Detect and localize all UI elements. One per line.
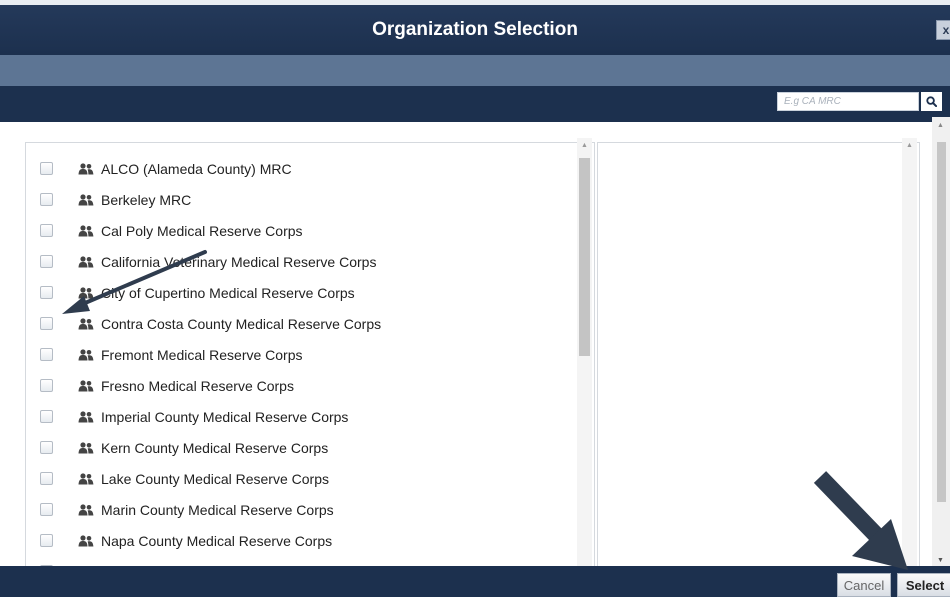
organization-list-item[interactable]: California Veterinary Medical Reserve Co… <box>26 246 576 277</box>
dialog-title: Organization Selection <box>372 19 578 40</box>
organization-label: Fremont Medical Reserve Corps <box>101 346 303 363</box>
organization-list-item[interactable]: Contra Costa County Medical Reserve Corp… <box>26 308 576 339</box>
dialog-subheader <box>0 55 950 86</box>
organization-label: Lake County Medical Reserve Corps <box>101 470 329 487</box>
organization-label: Contra Costa County Medical Reserve Corp… <box>101 315 382 332</box>
search-bar <box>0 86 950 122</box>
organization-label: ALCO (Alameda County) MRC <box>101 160 292 177</box>
organization-list-item[interactable]: Cal Poly Medical Reserve Corps <box>26 215 576 246</box>
organization-list-item[interactable]: Berkeley MRC <box>26 184 576 215</box>
search-button[interactable] <box>921 92 942 111</box>
group-icon <box>78 472 94 490</box>
cancel-button[interactable]: Cancel <box>837 573 891 597</box>
organization-label: Cal Poly Medical Reserve Corps <box>101 222 303 239</box>
organization-list-item[interactable]: Fresno Medical Reserve Corps <box>26 370 576 401</box>
scrollbar-track <box>902 138 917 567</box>
organization-list-item[interactable]: Marin County Medical Reserve Corps <box>26 494 576 525</box>
organization-list-item[interactable]: ALCO (Alameda County) MRC <box>26 153 576 184</box>
group-icon <box>78 348 94 366</box>
group-icon <box>78 255 94 273</box>
scroll-down-icon[interactable]: ▼ <box>937 557 944 564</box>
scrollbar-thumb[interactable] <box>937 142 946 502</box>
organization-checkbox[interactable] <box>40 441 53 454</box>
organization-label: Napa County Medical Reserve Corps <box>101 532 333 549</box>
organization-label: Berkeley MRC <box>101 191 192 208</box>
group-icon <box>78 317 94 335</box>
organization-list-item[interactable]: Lake County Medical Reserve Corps <box>26 463 576 494</box>
group-icon <box>78 534 94 552</box>
organization-label: Kern County Medical Reserve Corps <box>101 439 329 456</box>
organization-list-scrollbar[interactable]: ▲ <box>577 138 592 567</box>
dialog-titlebar: Organization Selection x <box>0 5 950 55</box>
organization-list-item[interactable]: Kern County Medical Reserve Corps <box>26 432 576 463</box>
group-icon <box>78 193 94 211</box>
organization-checkbox[interactable] <box>40 317 53 330</box>
organization-label: Fresno Medical Reserve Corps <box>101 377 294 394</box>
organization-list-item[interactable]: Fremont Medical Reserve Corps <box>26 339 576 370</box>
organization-label: Marin County Medical Reserve Corps <box>101 501 334 518</box>
organization-selection-dialog: Organization Selection x ALCO (Alameda C… <box>0 5 950 597</box>
organization-label: Imperial County Medical Reserve Corps <box>101 408 349 425</box>
group-icon <box>78 224 94 242</box>
close-button[interactable]: x <box>936 20 950 40</box>
select-button-label: Select <box>905 577 945 593</box>
scroll-up-icon[interactable]: ▲ <box>937 122 944 129</box>
organization-list: ALCO (Alameda County) MRC Berkeley MRC Cal… <box>25 142 595 571</box>
organization-list-item[interactable]: City of Cupertino Medical Reserve Corps <box>26 277 576 308</box>
organization-label: City of Cupertino Medical Reserve Corps <box>101 284 355 301</box>
search-icon <box>926 96 937 107</box>
selected-organizations-panel <box>597 142 920 571</box>
organization-label: California Veterinary Medical Reserve Co… <box>101 253 377 270</box>
selected-panel-scrollbar[interactable]: ▲ <box>902 138 917 567</box>
organization-checkbox[interactable] <box>40 534 53 547</box>
dialog-footer: Cancel Select <box>0 566 950 597</box>
cancel-button-label: Cancel <box>843 577 885 593</box>
organization-checkbox[interactable] <box>40 286 53 299</box>
group-icon <box>78 162 94 180</box>
scroll-up-icon[interactable]: ▲ <box>906 142 913 149</box>
scroll-up-icon[interactable]: ▲ <box>581 142 588 149</box>
dialog-scrollbar[interactable]: ▲ ▼ <box>932 117 950 566</box>
organization-list-item[interactable]: Imperial County Medical Reserve Corps <box>26 401 576 432</box>
organization-list-item[interactable]: Napa County Medical Reserve Corps <box>26 525 576 556</box>
organization-checkbox[interactable] <box>40 255 53 268</box>
organization-checkbox[interactable] <box>40 193 53 206</box>
close-icon: x <box>942 23 950 37</box>
organization-checkbox[interactable] <box>40 224 53 237</box>
group-icon <box>78 441 94 459</box>
scrollbar-thumb[interactable] <box>579 158 590 356</box>
organization-checkbox[interactable] <box>40 472 53 485</box>
dialog-content: ALCO (Alameda County) MRC Berkeley MRC Cal… <box>0 122 950 571</box>
organization-checkbox[interactable] <box>40 503 53 516</box>
group-icon <box>78 379 94 397</box>
organization-checkbox[interactable] <box>40 379 53 392</box>
organization-checkbox[interactable] <box>40 410 53 423</box>
group-icon <box>78 410 94 428</box>
group-icon <box>78 286 94 304</box>
organization-checkbox[interactable] <box>40 348 53 361</box>
select-button[interactable]: Select <box>897 573 950 597</box>
organization-checkbox[interactable] <box>40 162 53 175</box>
group-icon <box>78 503 94 521</box>
search-input[interactable] <box>777 92 919 111</box>
